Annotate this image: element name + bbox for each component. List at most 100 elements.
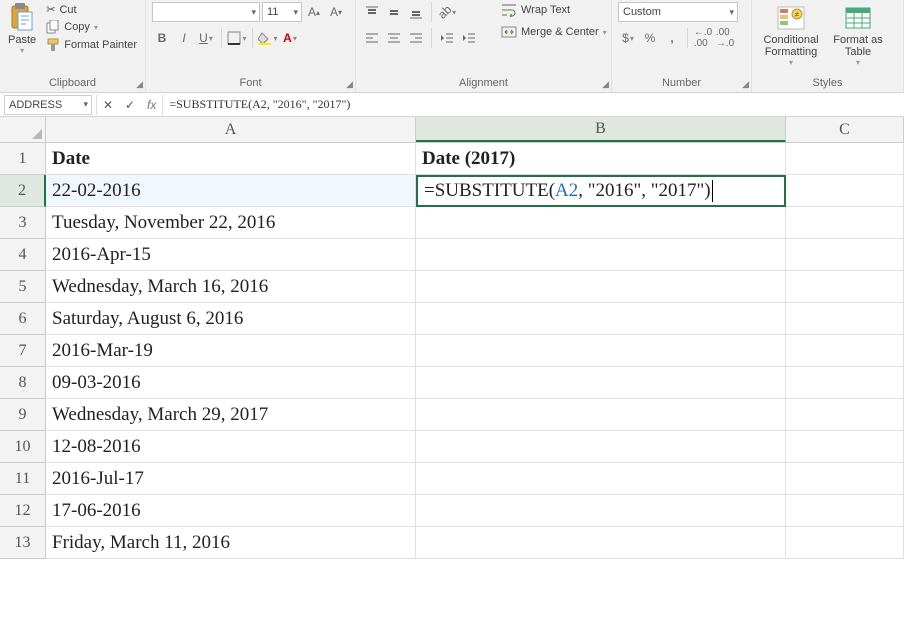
row-header[interactable]: 5 xyxy=(0,271,46,303)
align-bottom-button[interactable] xyxy=(406,2,426,22)
format-painter-button[interactable]: Format Painter xyxy=(44,37,139,53)
data-cell[interactable] xyxy=(786,463,904,495)
accounting-format-button[interactable]: $ xyxy=(618,28,638,48)
data-cell[interactable] xyxy=(416,495,786,527)
align-right-button[interactable] xyxy=(406,28,426,48)
row-header[interactable]: 4 xyxy=(0,239,46,271)
cut-button[interactable]: ✂ Cut xyxy=(44,2,139,17)
percent-format-button[interactable]: % xyxy=(640,28,660,48)
select-all-corner[interactable] xyxy=(0,117,46,143)
cancel-formula-button[interactable]: ✕ xyxy=(97,98,119,112)
border-button[interactable] xyxy=(227,28,247,48)
data-cell[interactable] xyxy=(786,143,904,175)
formula-input[interactable]: =SUBSTITUTE(A2, "2016", "2017") xyxy=(163,97,904,112)
data-cell[interactable] xyxy=(786,527,904,559)
font-name-combo[interactable] xyxy=(152,2,260,22)
decrease-decimal-button[interactable]: .00→.0 xyxy=(715,28,735,48)
data-cell[interactable]: 09-03-2016 xyxy=(46,367,416,399)
bold-button[interactable]: B xyxy=(152,28,172,48)
row-header[interactable]: 3 xyxy=(0,207,46,239)
conditional-formatting-button[interactable]: ≠ Conditional Formatting ▾ xyxy=(758,2,824,69)
row-header[interactable]: 8 xyxy=(0,367,46,399)
data-cell[interactable] xyxy=(416,303,786,335)
row-header[interactable]: 13 xyxy=(0,527,46,559)
data-cell[interactable]: Friday, March 11, 2016 xyxy=(46,527,416,559)
data-cell[interactable] xyxy=(786,367,904,399)
data-cell[interactable]: 2016-Apr-15 xyxy=(46,239,416,271)
row-header[interactable]: 10 xyxy=(0,431,46,463)
dialog-launcher-icon[interactable]: ◢ xyxy=(136,79,143,90)
data-cell[interactable]: =SUBSTITUTE(A2, "2016", "2017") xyxy=(416,175,786,207)
row-header[interactable]: 11 xyxy=(0,463,46,495)
data-cell[interactable] xyxy=(786,495,904,527)
cell-editor[interactable]: =SUBSTITUTE(A2, "2016", "2017") xyxy=(416,175,786,207)
formula-text: =SUBSTITUTE(A2, "2016", "2017") xyxy=(169,97,350,111)
column-header-b[interactable]: B xyxy=(416,117,786,142)
dialog-launcher-icon[interactable]: ◢ xyxy=(346,79,353,90)
column-header-c[interactable]: C xyxy=(786,117,904,142)
decrease-font-button[interactable]: A▾ xyxy=(326,2,346,22)
align-center-button[interactable] xyxy=(384,28,404,48)
enter-formula-button[interactable]: ✓ xyxy=(119,98,141,112)
name-box[interactable]: ADDRESS xyxy=(4,95,92,115)
data-cell[interactable] xyxy=(786,207,904,239)
data-cell[interactable]: 2016-Mar-19 xyxy=(46,335,416,367)
row-header[interactable]: 2 xyxy=(0,175,46,207)
data-cell[interactable] xyxy=(416,239,786,271)
dialog-launcher-icon[interactable]: ◢ xyxy=(602,79,609,90)
paste-button[interactable]: Paste ▾ xyxy=(6,2,38,57)
copy-button[interactable]: Copy ▾ xyxy=(44,19,139,35)
header-cell[interactable]: Date xyxy=(46,143,416,175)
data-cell[interactable] xyxy=(786,175,904,207)
data-cell[interactable] xyxy=(416,207,786,239)
data-cell[interactable] xyxy=(416,527,786,559)
data-cell[interactable]: 12-08-2016 xyxy=(46,431,416,463)
data-cell[interactable] xyxy=(786,271,904,303)
comma-format-button[interactable]: , xyxy=(662,28,682,48)
data-cell[interactable] xyxy=(416,271,786,303)
data-cell[interactable]: 2016-Jul-17 xyxy=(46,463,416,495)
underline-button[interactable]: U xyxy=(196,28,216,48)
number-format-combo[interactable]: Custom xyxy=(618,2,738,22)
data-cell[interactable] xyxy=(416,335,786,367)
data-cell[interactable] xyxy=(786,239,904,271)
data-cell[interactable] xyxy=(786,303,904,335)
data-cell[interactable] xyxy=(786,431,904,463)
data-cell[interactable]: 22-02-2016 xyxy=(46,175,416,207)
merge-center-button[interactable]: Merge & Center ▾ xyxy=(499,24,609,40)
data-cell[interactable] xyxy=(416,463,786,495)
fill-color-button[interactable] xyxy=(258,28,278,48)
row-header[interactable]: 6 xyxy=(0,303,46,335)
data-cell[interactable] xyxy=(416,431,786,463)
italic-button[interactable]: I xyxy=(174,28,194,48)
align-top-button[interactable] xyxy=(362,2,382,22)
data-cell[interactable] xyxy=(786,335,904,367)
row-header[interactable]: 12 xyxy=(0,495,46,527)
row-header[interactable]: 1 xyxy=(0,143,46,175)
header-cell[interactable]: Date (2017) xyxy=(416,143,786,175)
row-header[interactable]: 7 xyxy=(0,335,46,367)
decrease-indent-button[interactable] xyxy=(437,28,457,48)
font-size-combo[interactable]: 11 xyxy=(262,2,302,22)
data-cell[interactable]: Saturday, August 6, 2016 xyxy=(46,303,416,335)
wrap-text-button[interactable]: Wrap Text xyxy=(499,2,609,18)
increase-indent-button[interactable] xyxy=(459,28,479,48)
data-cell[interactable] xyxy=(786,399,904,431)
format-as-table-button[interactable]: Format as Table ▾ xyxy=(830,2,886,69)
data-cell[interactable] xyxy=(416,399,786,431)
data-cell[interactable]: Wednesday, March 29, 2017 xyxy=(46,399,416,431)
data-cell[interactable]: Tuesday, November 22, 2016 xyxy=(46,207,416,239)
data-cell[interactable] xyxy=(416,367,786,399)
data-cell[interactable]: Wednesday, March 16, 2016 xyxy=(46,271,416,303)
align-middle-button[interactable] xyxy=(384,2,404,22)
align-left-button[interactable] xyxy=(362,28,382,48)
increase-decimal-button[interactable]: ←.0.00 xyxy=(693,28,713,48)
row-header[interactable]: 9 xyxy=(0,399,46,431)
increase-font-button[interactable]: A▴ xyxy=(304,2,324,22)
font-color-button[interactable]: A xyxy=(280,28,300,48)
fx-button[interactable]: fx xyxy=(141,98,162,112)
column-header-a[interactable]: A xyxy=(46,117,416,142)
orientation-button[interactable]: ab xyxy=(437,2,457,22)
dialog-launcher-icon[interactable]: ◢ xyxy=(742,79,749,90)
data-cell[interactable]: 17-06-2016 xyxy=(46,495,416,527)
